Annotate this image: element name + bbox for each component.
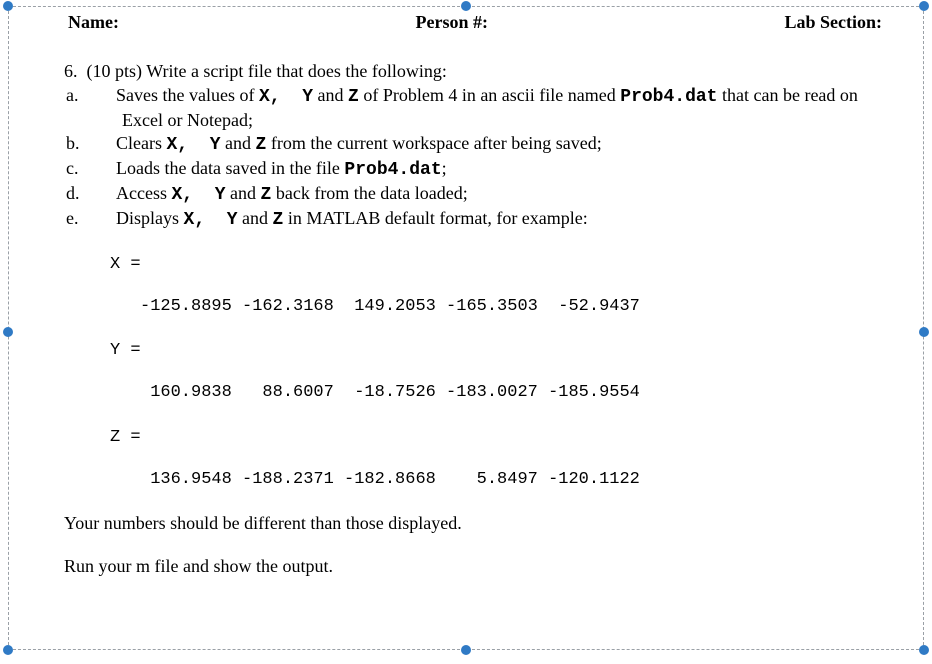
question-main: 6. (10 pts) Write a script file that doe… [64, 61, 892, 82]
marker-e: e. [94, 207, 116, 230]
document-content: Name: Person #: Lab Section: 6. (10 pts)… [60, 12, 892, 577]
marker-b: b. [94, 132, 116, 155]
resize-handle-top-right[interactable] [919, 1, 929, 11]
sub-d: d.Access X, Y and Z back from the data l… [94, 182, 892, 207]
question-body: 6. (10 pts) Write a script file that doe… [60, 61, 892, 577]
resize-handle-bottom-left[interactable] [3, 645, 13, 655]
marker-d: d. [94, 182, 116, 205]
resize-handle-mid-left[interactable] [3, 327, 13, 337]
sub-e: e.Displays X, Y and Z in MATLAB default … [94, 207, 892, 232]
name-label: Name: [68, 12, 119, 33]
resize-handle-top-center[interactable] [461, 1, 471, 11]
resize-handle-bottom-right[interactable] [919, 645, 929, 655]
sub-c: c.Loads the data saved in the file Prob4… [94, 157, 892, 182]
header-row: Name: Person #: Lab Section: [60, 12, 892, 33]
marker-a: a. [94, 84, 116, 107]
sub-a: a.Saves the values of X, Y and Z of Prob… [94, 84, 892, 132]
lab-label: Lab Section: [784, 12, 882, 33]
person-label: Person #: [415, 12, 487, 33]
marker-c: c. [94, 157, 116, 180]
x-label: X = [110, 254, 892, 276]
sub-b: b.Clears X, Y and Z from the current wor… [94, 132, 892, 157]
resize-handle-top-left[interactable] [3, 1, 13, 11]
z-values: 136.9548 -188.2371 -182.8668 5.8497 -120… [140, 469, 892, 491]
resize-handle-mid-right[interactable] [919, 327, 929, 337]
numbers-note: Your numbers should be different than th… [64, 513, 892, 534]
run-note: Run your m file and show the output. [64, 556, 892, 577]
y-label: Y = [110, 340, 892, 362]
resize-handle-bottom-center[interactable] [461, 645, 471, 655]
question-points: (10 pts) [87, 61, 143, 81]
question-intro: Write a script file that does the follow… [146, 61, 447, 81]
y-values: 160.9838 88.6007 -18.7526 -183.0027 -185… [140, 382, 892, 404]
z-label: Z = [110, 427, 892, 449]
matlab-output: X = -125.8895 -162.3168 149.2053 -165.35… [110, 254, 892, 491]
x-values: -125.8895 -162.3168 149.2053 -165.3503 -… [140, 296, 892, 318]
sub-question-list: a.Saves the values of X, Y and Z of Prob… [94, 84, 892, 232]
question-number: 6. [64, 61, 78, 81]
